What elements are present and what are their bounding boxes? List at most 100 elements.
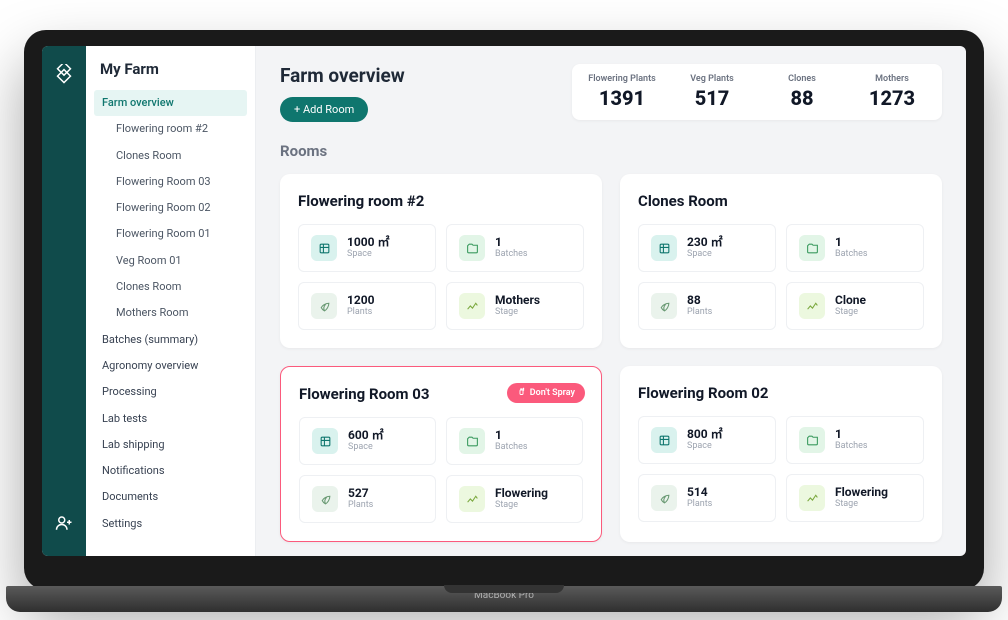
sidebar-item-0[interactable]: Farm overview (94, 90, 247, 116)
metric-batches: 1Batches (786, 416, 924, 464)
metric-label: Space (348, 443, 384, 453)
plants-icon (312, 486, 338, 512)
metric-label: Stage (835, 500, 888, 510)
stat-1: Veg Plants 517 (676, 74, 748, 110)
metric-batches: 1Batches (446, 417, 583, 465)
metric-label: Batches (835, 442, 868, 452)
metric-value: 1200 (347, 294, 375, 307)
stage-icon (799, 485, 825, 511)
sidebar-item-15[interactable]: Documents (94, 484, 247, 510)
metric-value: 600 ㎡ (348, 429, 384, 442)
metric-value: Clone (835, 294, 866, 307)
space-icon (311, 235, 337, 261)
metric-value: 1000 ㎡ (347, 236, 390, 249)
stat-value: 517 (676, 86, 748, 110)
space-icon (651, 427, 677, 453)
app-rail (42, 46, 86, 556)
laptop-base: MacBook Pro (6, 586, 1002, 612)
metric-value: Mothers (495, 294, 540, 307)
metric-label: Space (687, 442, 723, 452)
metric-plants: 1200Plants (298, 282, 436, 330)
metric-value: 1 (835, 236, 868, 249)
sidebar-item-7[interactable]: Clones Room (94, 274, 247, 300)
metric-label: Stage (495, 308, 540, 318)
room-name: Clones Room (638, 192, 924, 210)
metric-label: Batches (495, 250, 528, 260)
metric-batches: 1Batches (786, 224, 924, 272)
metric-value: 1 (835, 428, 868, 441)
metric-value: 88 (687, 294, 712, 307)
main-content: Farm overview + Add Room Flowering Plant… (256, 46, 966, 556)
metric-value: Flowering (835, 486, 888, 499)
metric-space: 600 ㎡Space (299, 417, 436, 465)
metric-label: Batches (495, 443, 528, 453)
metric-space: 800 ㎡Space (638, 416, 776, 464)
metric-label: Plants (347, 308, 375, 318)
stage-icon (459, 486, 485, 512)
sidebar: My Farm Farm overviewFlowering room #2Cl… (86, 46, 256, 556)
space-icon (312, 428, 338, 454)
room-name: Flowering Room 02 (638, 384, 924, 402)
sidebar-item-9[interactable]: Batches (summary) (94, 327, 247, 353)
metric-label: Plants (687, 500, 712, 510)
metric-value: Flowering (495, 487, 548, 500)
dont-spray-badge: Don't Spray (507, 383, 585, 403)
sidebar-item-11[interactable]: Processing (94, 379, 247, 405)
batches-icon (799, 427, 825, 453)
metric-plants: 514Plants (638, 474, 776, 522)
metric-value: 1 (495, 429, 528, 442)
sidebar-item-2[interactable]: Clones Room (94, 143, 247, 169)
stat-value: 1273 (856, 86, 928, 110)
sidebar-item-3[interactable]: Flowering Room 03 (94, 169, 247, 195)
metric-space: 1000 ㎡Space (298, 224, 436, 272)
plants-icon (311, 293, 337, 319)
batches-icon (459, 428, 485, 454)
metric-value: 800 ㎡ (687, 428, 723, 441)
stat-value: 88 (766, 86, 838, 110)
metric-plants: 88Plants (638, 282, 776, 330)
sidebar-item-10[interactable]: Agronomy overview (94, 353, 247, 379)
sidebar-item-5[interactable]: Flowering Room 01 (94, 221, 247, 247)
sidebar-item-13[interactable]: Lab shipping (94, 432, 247, 458)
rooms-heading: Rooms (280, 142, 942, 160)
logo-icon (53, 64, 75, 90)
room-card-1[interactable]: Clones Room230 ㎡Space1Batches88PlantsClo… (620, 174, 942, 348)
metric-stage: FloweringStage (786, 474, 924, 522)
sidebar-item-8[interactable]: Mothers Room (94, 300, 247, 326)
summary-stats-card: Flowering Plants1391Veg Plants517Clones8… (572, 64, 942, 120)
room-card-0[interactable]: Flowering room #21000 ㎡Space1Batches1200… (280, 174, 602, 348)
add-user-icon[interactable] (55, 514, 73, 536)
metric-stage: FloweringStage (446, 475, 583, 523)
sidebar-item-1[interactable]: Flowering room #2 (94, 116, 247, 142)
spray-icon (517, 387, 526, 399)
sidebar-item-14[interactable]: Notifications (94, 458, 247, 484)
sidebar-item-6[interactable]: Veg Room 01 (94, 248, 247, 274)
metric-value: 514 (687, 486, 712, 499)
room-name: Flowering room #2 (298, 192, 584, 210)
metric-space: 230 ㎡Space (638, 224, 776, 272)
batches-icon (799, 235, 825, 261)
stat-label: Veg Plants (676, 74, 748, 84)
sidebar-item-16[interactable]: Settings (94, 511, 247, 537)
stat-label: Clones (766, 74, 838, 84)
sidebar-item-12[interactable]: Lab tests (94, 406, 247, 432)
metric-stage: CloneStage (786, 282, 924, 330)
metric-plants: 527Plants (299, 475, 436, 523)
sidebar-item-4[interactable]: Flowering Room 02 (94, 195, 247, 221)
stage-icon (459, 293, 485, 319)
metric-label: Stage (495, 501, 548, 511)
metric-label: Batches (835, 250, 868, 260)
room-card-2[interactable]: Flowering Room 03Don't Spray600 ㎡Space1B… (280, 366, 602, 542)
batches-icon (459, 235, 485, 261)
space-icon (651, 235, 677, 261)
sidebar-title: My Farm (94, 60, 247, 78)
metric-label: Stage (835, 308, 866, 318)
plants-icon (651, 485, 677, 511)
add-room-button[interactable]: + Add Room (280, 97, 368, 122)
metric-batches: 1Batches (446, 224, 584, 272)
metric-value: 230 ㎡ (687, 236, 723, 249)
stat-3: Mothers1273 (856, 74, 928, 110)
metric-label: Plants (687, 308, 712, 318)
room-card-3[interactable]: Flowering Room 02800 ㎡Space1Batches514Pl… (620, 366, 942, 542)
stage-icon (799, 293, 825, 319)
